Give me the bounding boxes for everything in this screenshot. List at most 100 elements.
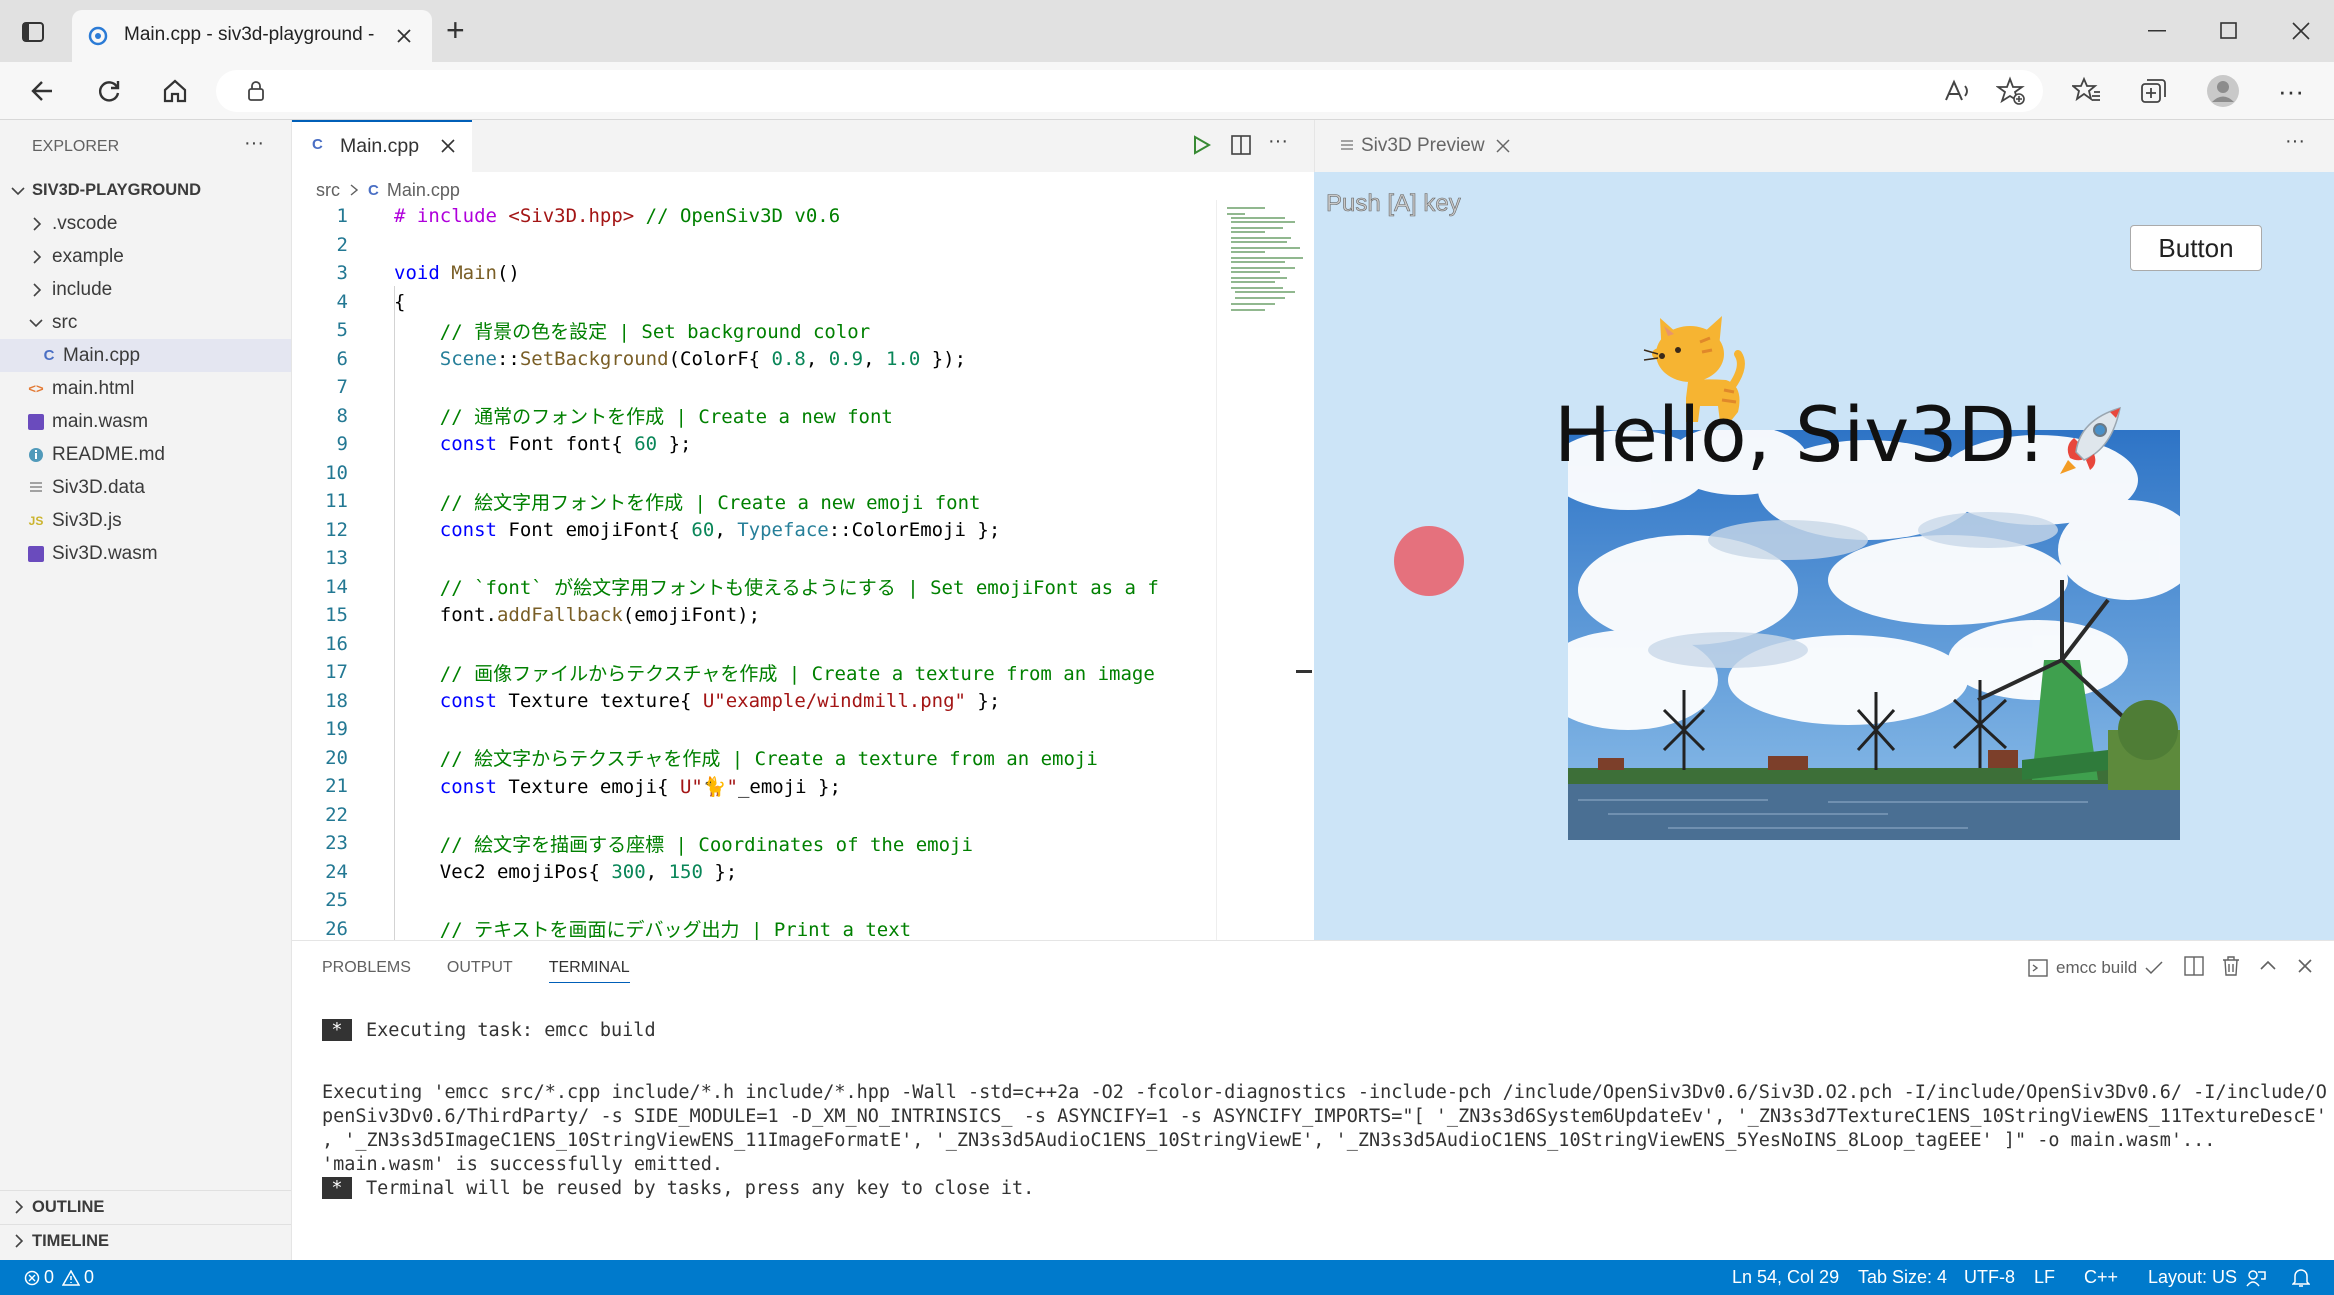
tree-item-example[interactable]: example <box>0 240 291 273</box>
reload-icon[interactable] <box>96 78 122 104</box>
maximize-panel-icon[interactable] <box>2258 957 2278 973</box>
code-line[interactable]: 6 Scene::SetBackground(ColorF{ 0.8, 0.9,… <box>292 345 1212 374</box>
tree-item-include[interactable]: include <box>0 273 291 306</box>
read-aloud-icon[interactable] <box>1944 78 1972 104</box>
error-count: 0 <box>44 1267 55 1287</box>
close-panel-icon[interactable] <box>2296 957 2314 975</box>
tree-item-siv3d-js[interactable]: JS Siv3D.js <box>0 504 291 537</box>
encoding[interactable]: UTF-8 <box>1964 1260 2015 1295</box>
tree-item-label: example <box>52 245 124 267</box>
home-icon[interactable] <box>162 78 188 104</box>
minimap[interactable] <box>1216 200 1314 940</box>
problems-indicator[interactable]: 0 0 <box>24 1260 94 1295</box>
task-label: emcc build <box>2056 958 2138 977</box>
editor-more-button[interactable]: ··· <box>1268 130 1288 153</box>
breadcrumb-folder[interactable]: src <box>316 180 340 201</box>
notifications-bell-icon[interactable] <box>2292 1260 2310 1295</box>
code-line[interactable]: 26 // テキストを画面にデバッグ出力 | Print a text <box>292 915 1212 940</box>
code-token: addFallback <box>496 604 623 627</box>
red-circle <box>1394 526 1464 596</box>
code-line[interactable]: 12 const Font emojiFont{ 60, Typeface::C… <box>292 516 1212 545</box>
tab-size[interactable]: Tab Size: 4 <box>1858 1260 1947 1295</box>
outline-section[interactable]: OUTLINE <box>0 1190 291 1223</box>
tree-item-siv3d-wasm[interactable]: Siv3D.wasm <box>0 537 291 570</box>
lock-icon[interactable] <box>246 80 266 102</box>
collections-icon[interactable] <box>2138 76 2168 106</box>
tab-actions-icon[interactable] <box>22 22 44 42</box>
language-mode[interactable]: C++ <box>2084 1260 2118 1295</box>
browser-menu-icon[interactable]: ··· <box>2278 76 2304 107</box>
tab-problems[interactable]: PROBLEMS <box>322 955 411 983</box>
breadcrumb-file[interactable]: Main.cpp <box>387 180 460 201</box>
add-favorite-icon[interactable] <box>1996 76 2026 106</box>
favorites-icon[interactable] <box>2072 76 2102 106</box>
keyboard-layout[interactable]: Layout: US <box>2148 1260 2237 1295</box>
code-line[interactable]: 22 <box>292 801 1212 830</box>
explorer-more-button[interactable]: ··· <box>244 132 264 155</box>
code-line[interactable]: 25 <box>292 886 1212 915</box>
code-lines[interactable]: 1 # include <Siv3D.hpp> // OpenSiv3D v0.6… <box>292 200 1212 940</box>
code-line[interactable]: 3 void Main() <box>292 259 1212 288</box>
profile-avatar-icon[interactable] <box>2206 74 2240 108</box>
code-line[interactable]: 23 // 絵文字を描画する座標 | Coordinates of the em… <box>292 829 1212 858</box>
tree-item-main-html[interactable]: <> main.html <box>0 372 291 405</box>
tree-item-vscode[interactable]: .vscode <box>0 207 291 240</box>
tree-item-siv3d-data[interactable]: Siv3D.data <box>0 471 291 504</box>
trash-icon[interactable] <box>2220 955 2242 977</box>
run-icon[interactable] <box>1192 134 1212 156</box>
editor-tab-main-cpp[interactable]: C Main.cpp <box>292 120 472 172</box>
code-line[interactable]: 4{ <box>292 288 1212 317</box>
code-line[interactable]: 8 // 通常のフォントを作成 | Create a new font <box>292 402 1212 431</box>
split-terminal-icon[interactable] <box>2183 955 2205 977</box>
tab-terminal[interactable]: TERMINAL <box>548 955 630 983</box>
line-code: const Texture texture{ U"example/windmil… <box>356 690 1001 712</box>
code-line[interactable]: 16 <box>292 630 1212 659</box>
code-line[interactable]: 14 // `font` が絵文字用フォントも使えるようにする | Set em… <box>292 573 1212 602</box>
split-editor-icon[interactable] <box>1230 134 1252 156</box>
code-line[interactable]: 19 <box>292 715 1212 744</box>
terminal-output[interactable]: * Executing task: emcc build Executing 'em… <box>292 1019 2334 1219</box>
cursor-position[interactable]: Ln 54, Col 29 <box>1732 1260 1839 1295</box>
code-line[interactable]: 10 <box>292 459 1212 488</box>
timeline-section[interactable]: TIMELINE <box>0 1224 291 1257</box>
tree-item-src[interactable]: src <box>0 306 291 339</box>
simple-gui-button[interactable]: Button <box>2130 225 2262 271</box>
new-tab-button[interactable]: + <box>446 14 465 46</box>
code-line[interactable]: 13 <box>292 544 1212 573</box>
code-line[interactable]: 1 # include <Siv3D.hpp> // OpenSiv3D v0.6 <box>292 202 1212 231</box>
chevron-right-icon <box>12 1234 26 1248</box>
close-editor-tab-icon[interactable] <box>440 138 456 154</box>
maximize-icon[interactable] <box>2220 22 2238 40</box>
code-line[interactable]: 20 // 絵文字からテクスチャを作成 | Create a texture f… <box>292 744 1212 773</box>
workspace-root[interactable]: SIV3D-PLAYGROUND <box>0 174 291 207</box>
code-line[interactable]: 7 <box>292 373 1212 402</box>
code-line[interactable]: 11 // 絵文字用フォントを作成 | Create a new emoji f… <box>292 487 1212 516</box>
tree-item-readme[interactable]: README.md <box>0 438 291 471</box>
preview-more-button[interactable]: ··· <box>2285 130 2305 153</box>
end-of-line[interactable]: LF <box>2034 1260 2055 1295</box>
code-line[interactable]: 21 const Texture emoji{ U"🐈"_emoji }; <box>292 772 1212 801</box>
minimize-icon[interactable] <box>2148 30 2166 32</box>
code-line[interactable]: 24 Vec2 emojiPos{ 300, 150 }; <box>292 858 1212 887</box>
tree-item-main-cpp[interactable]: C Main.cpp <box>0 339 291 372</box>
code-line[interactable]: 17 // 画像ファイルからテクスチャを作成 | Create a textur… <box>292 658 1212 687</box>
back-icon[interactable] <box>30 78 56 104</box>
code-line[interactable]: 9 const Font font{ 60 }; <box>292 430 1212 459</box>
terminal-task-selector[interactable]: emcc build <box>2028 955 2163 981</box>
browser-tab[interactable]: Main.cpp - siv3d-playground - V <box>72 10 432 62</box>
close-window-icon[interactable] <box>2292 22 2310 40</box>
code-line[interactable]: 15 font.addFallback(emojiFont); <box>292 601 1212 630</box>
code-line[interactable]: 18 const Texture texture{ U"example/wind… <box>292 687 1212 716</box>
preview-icon <box>1339 138 1355 154</box>
code-line[interactable]: 2 <box>292 231 1212 260</box>
wasm-file-icon <box>26 545 46 562</box>
tree-item-main-wasm[interactable]: main.wasm <box>0 405 291 438</box>
preview-tab[interactable]: Siv3D Preview <box>1315 120 1515 172</box>
siv3d-canvas[interactable]: Push [A] key Button Hello, Siv3D! <box>1314 172 2334 940</box>
code-line[interactable]: 5 // 背景の色を設定 | Set background color <box>292 316 1212 345</box>
tab-output[interactable]: OUTPUT <box>447 955 513 983</box>
close-tab-icon[interactable] <box>394 26 414 46</box>
close-preview-tab-icon[interactable] <box>1495 138 1511 154</box>
feedback-icon[interactable] <box>2246 1260 2266 1295</box>
address-bar[interactable] <box>216 70 2043 112</box>
